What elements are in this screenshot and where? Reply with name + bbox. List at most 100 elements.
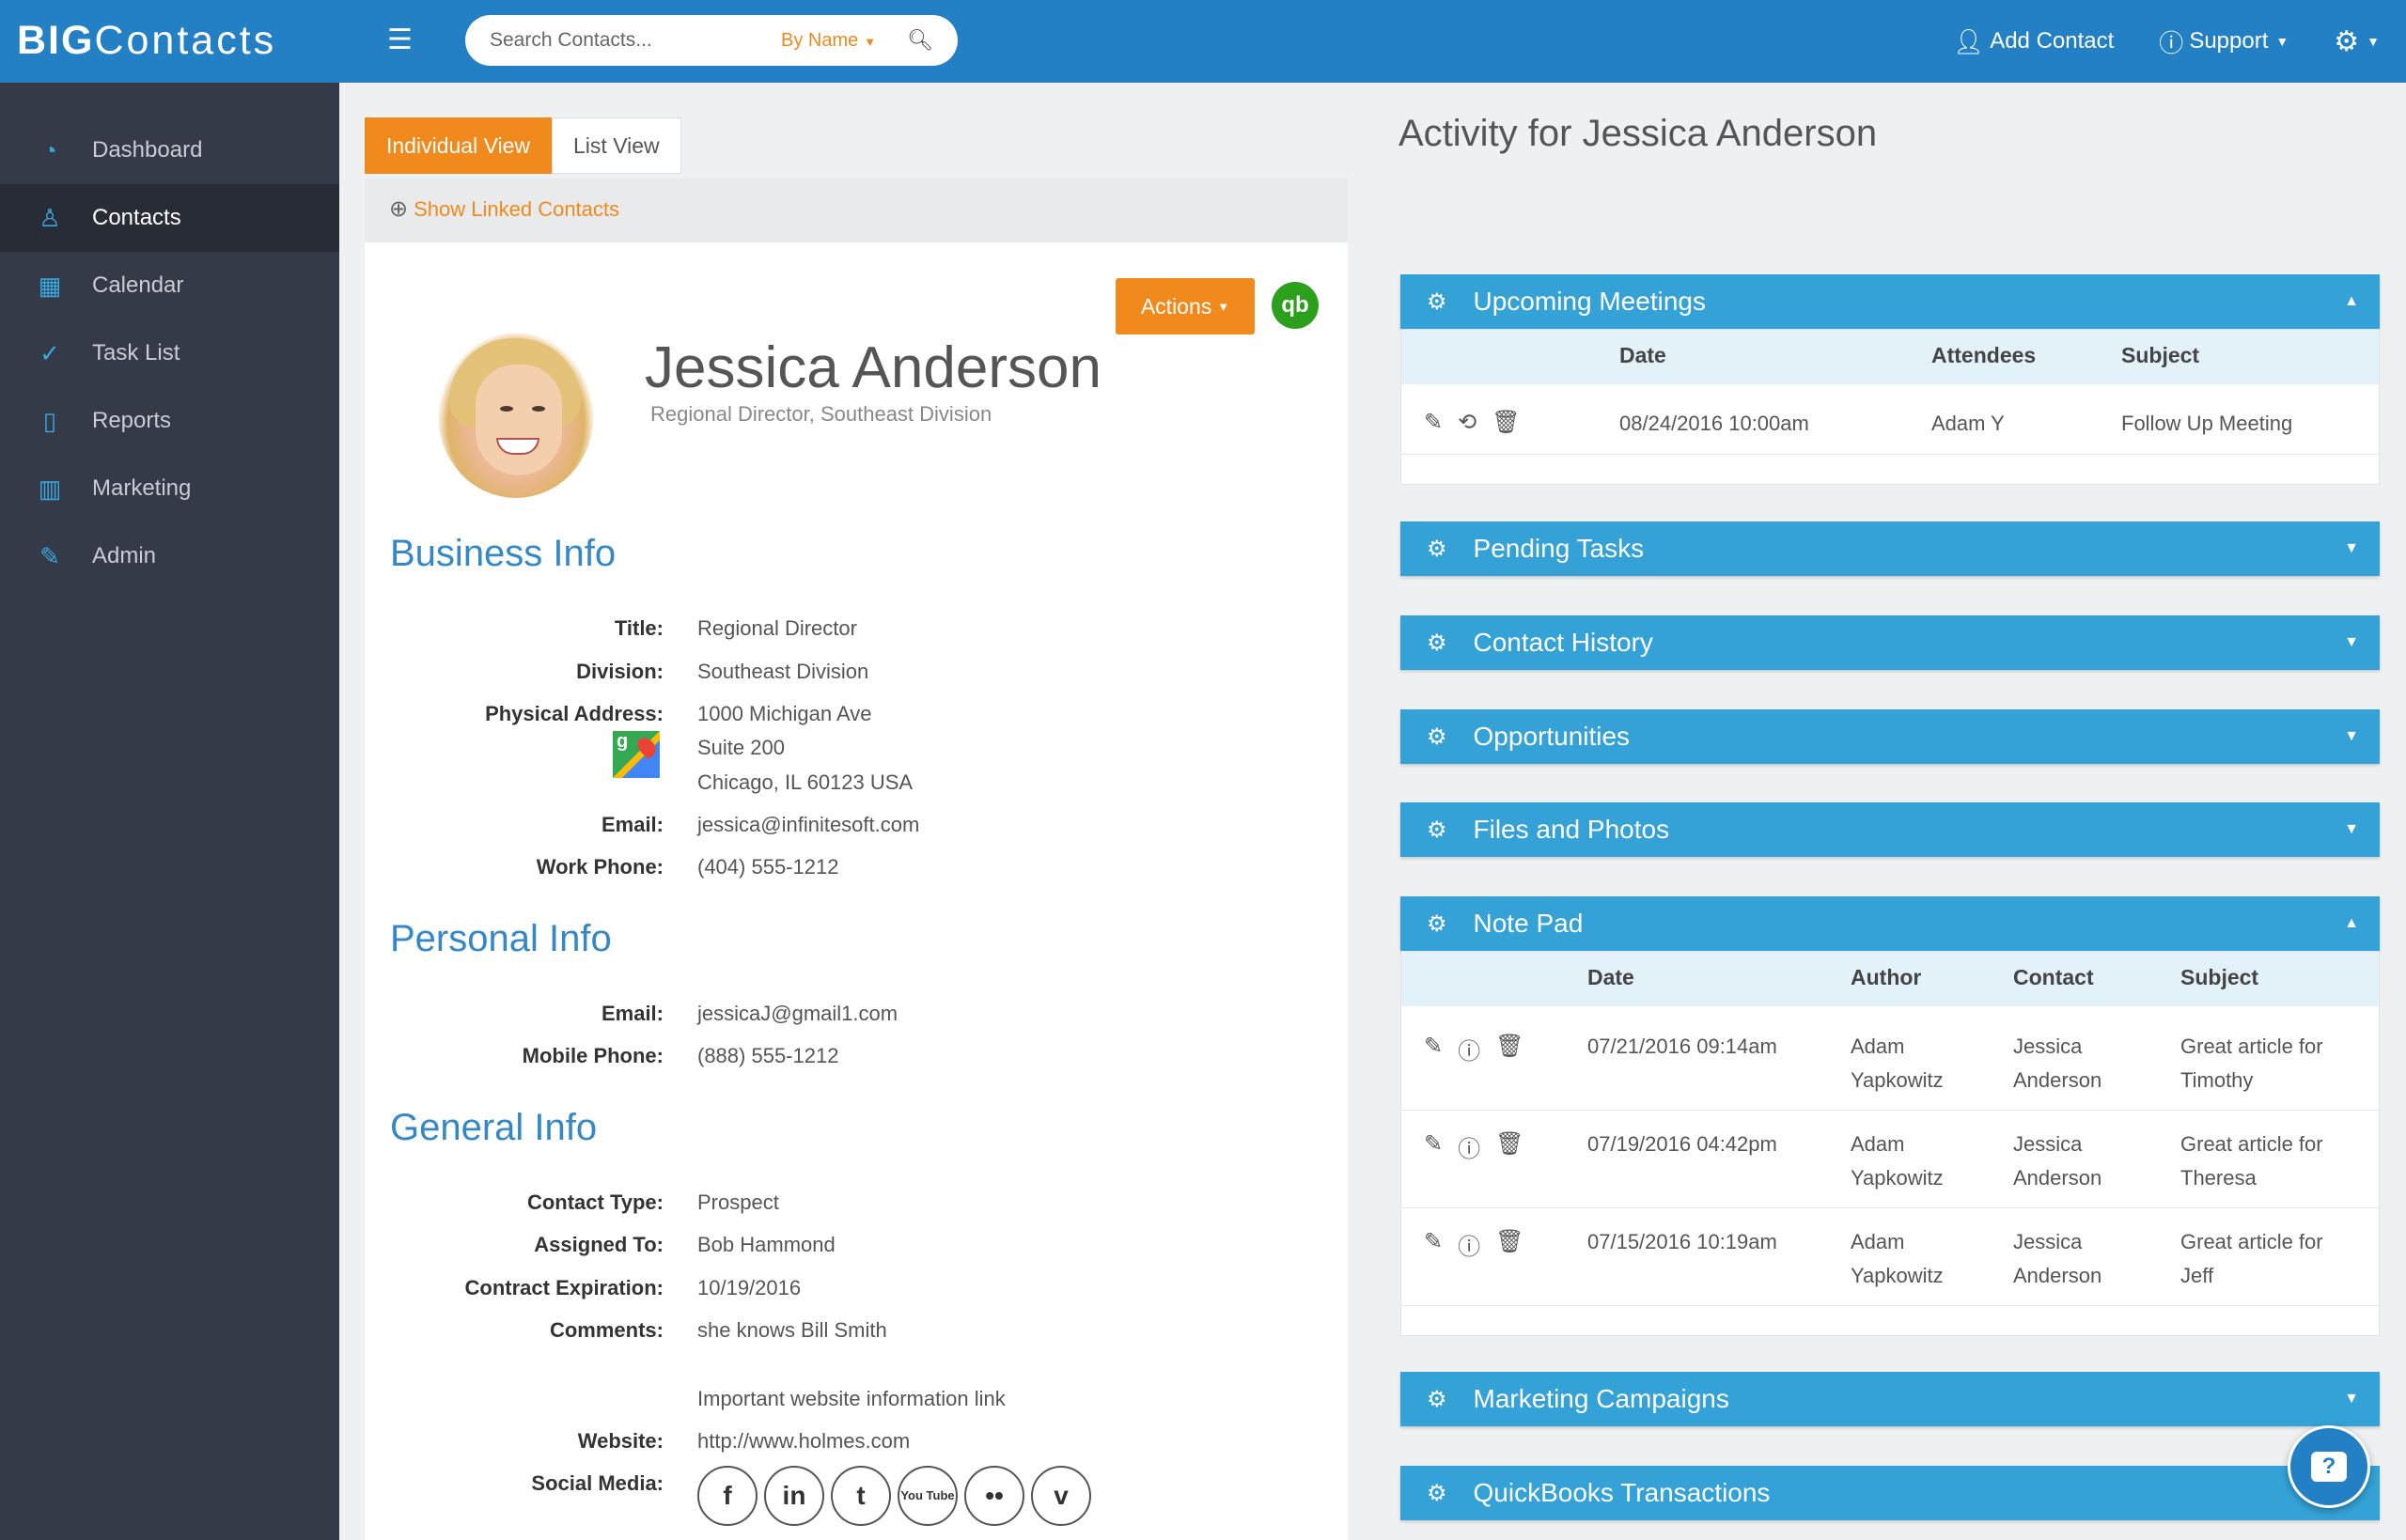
- sidebar-item-label: Dashboard: [92, 137, 203, 163]
- show-linked-contacts-link[interactable]: ⊕ Show Linked Contacts: [389, 195, 619, 223]
- add-contact-label: Add Contact: [1990, 28, 2115, 54]
- pending-tasks-header[interactable]: ⚙ Pending Tasks ▼: [1400, 521, 2380, 576]
- twitter-icon[interactable]: t: [831, 1466, 891, 1526]
- facebook-icon[interactable]: f: [697, 1466, 758, 1526]
- tab-list-view[interactable]: List View: [552, 117, 681, 174]
- note-date: 07/19/2016 04:42pm: [1587, 1132, 1777, 1156]
- search-bar: By Name ▼ 🔍︎: [465, 15, 958, 66]
- division-label: Division:: [576, 660, 664, 683]
- sidebar-item-label: Reports: [92, 408, 172, 433]
- sync-icon[interactable]: ⟲: [1458, 409, 1476, 436]
- contact-subtitle: Regional Director, Southeast Division: [650, 402, 992, 426]
- general-info-title: General Info: [390, 1107, 598, 1148]
- upcoming-meetings-header[interactable]: ⚙ Upcoming Meetings ▲: [1400, 274, 2380, 329]
- app-logo[interactable]: BIG Contacts: [17, 17, 276, 64]
- quickbooks-transactions-header[interactable]: ⚙ QuickBooks Transactions: [1400, 1466, 2380, 1520]
- trash-icon[interactable]: 🗑︎: [1492, 409, 1520, 436]
- panel-title: Pending Tasks: [1473, 534, 1645, 563]
- actions-button[interactable]: Actions ▼: [1116, 278, 1255, 334]
- note-pad-header[interactable]: ⚙ Note Pad ▲: [1400, 896, 2380, 951]
- address-line-1: 1000 Michigan Ave: [697, 702, 872, 725]
- logo-contacts: Contacts: [94, 17, 277, 63]
- flickr-icon[interactable]: ••: [964, 1466, 1024, 1526]
- sidebar-item-admin[interactable]: ✎ Admin: [0, 522, 339, 590]
- personal-info-title: Personal Info: [390, 918, 612, 959]
- avatar-face: [476, 365, 562, 475]
- quickbooks-button[interactable]: qb: [1272, 282, 1319, 329]
- title-value: Regional Director: [697, 616, 857, 640]
- caret-up-icon: ▲: [2344, 293, 2359, 309]
- upcoming-meetings-body: Date Attendees Subject ✎ ⟲ 🗑︎ 08/24/2016…: [1400, 329, 2380, 485]
- row-actions: ✎ ⟲ 🗑︎: [1424, 409, 1536, 436]
- tab-individual-view[interactable]: Individual View: [365, 117, 553, 174]
- sidebar-item-dashboard[interactable]: ◔ Dashboard: [0, 117, 339, 184]
- contact-type-label: Contact Type:: [526, 1190, 664, 1214]
- gear-icon: ⚙: [1427, 817, 1447, 843]
- marketing-campaigns-header[interactable]: ⚙ Marketing Campaigns ▼: [1400, 1372, 2380, 1426]
- column-subject: Subject: [2121, 343, 2200, 367]
- menu-toggle-icon[interactable]: ☰: [387, 26, 419, 54]
- email-label: Email:: [601, 813, 664, 836]
- caret-down-icon: ▼: [2344, 728, 2359, 744]
- personal-email-value[interactable]: jessicaJ@gmail1.com: [697, 1002, 898, 1026]
- sidebar-item-label: Task List: [92, 340, 180, 366]
- linkedin-icon[interactable]: in: [764, 1466, 824, 1526]
- avatar-eye: [532, 406, 545, 412]
- info-icon[interactable]: ⓘ: [1458, 1228, 1480, 1261]
- column-contact: Contact: [2013, 965, 2094, 989]
- vimeo-icon[interactable]: v: [1031, 1466, 1091, 1526]
- caret-down-icon: ▼: [2367, 34, 2380, 49]
- panel-title: Upcoming Meetings: [1473, 287, 1706, 316]
- note-author: Adam Yapkowitz: [1851, 1132, 1944, 1190]
- files-photos-header[interactable]: ⚙ Files and Photos ▼: [1400, 802, 2380, 857]
- search-mode-label: By Name: [781, 29, 859, 51]
- trash-icon[interactable]: 🗑︎: [1495, 1033, 1523, 1066]
- row-actions: ✎ ⓘ 🗑︎: [1424, 1130, 1539, 1163]
- sidebar-item-reports[interactable]: ▯ Reports: [0, 387, 339, 455]
- actions-label: Actions: [1140, 293, 1212, 319]
- check-circle-icon: ✓: [39, 338, 60, 367]
- note-pad-body: Date Author Contact Subject ✎ ⓘ 🗑︎ 07/21…: [1400, 951, 2380, 1336]
- info-icon[interactable]: ⓘ: [1458, 1033, 1480, 1066]
- column-date: Date: [1619, 343, 1666, 367]
- support-menu[interactable]: ⓘ Support ▼: [2159, 24, 2289, 59]
- edit-icon[interactable]: ✎: [1424, 1130, 1443, 1163]
- website-note: Important website information link: [697, 1387, 1006, 1410]
- user-icon: ♙: [39, 203, 61, 232]
- trash-icon[interactable]: 🗑︎: [1495, 1228, 1523, 1261]
- edit-icon[interactable]: ✎: [1424, 1033, 1443, 1066]
- google-maps-icon[interactable]: g: [611, 729, 662, 780]
- work-phone-value: (404) 555-1212: [697, 855, 839, 879]
- note-date: 07/15/2016 10:19am: [1587, 1230, 1777, 1253]
- search-icon[interactable]: 🔍︎: [907, 28, 933, 53]
- search-mode-dropdown[interactable]: By Name ▼: [781, 30, 876, 52]
- note-subject: Great article for Timothy: [2180, 1034, 2323, 1092]
- edit-icon[interactable]: ✎: [1424, 409, 1443, 436]
- row-separator: [1401, 1110, 2379, 1111]
- document-icon: ▯: [42, 406, 57, 435]
- contact-history-header[interactable]: ⚙ Contact History ▼: [1400, 615, 2380, 670]
- search-input[interactable]: [490, 29, 753, 52]
- note-contact: Jessica Anderson: [2013, 1230, 2102, 1287]
- business-email-value[interactable]: jessica@infinitesoft.com: [697, 813, 919, 837]
- avatar: [438, 333, 594, 498]
- gear-icon: ⚙: [1427, 1480, 1447, 1506]
- opportunities-header[interactable]: ⚙ Opportunities ▼: [1400, 709, 2380, 764]
- add-contact-button[interactable]: 👤︎ Add Contact: [1953, 27, 2114, 56]
- website-link[interactable]: http://www.holmes.com: [697, 1429, 910, 1454]
- sidebar-item-marketing[interactable]: ▥ Marketing: [0, 455, 339, 522]
- sidebar-item-calendar[interactable]: ▦ Calendar: [0, 252, 339, 319]
- address-line-2: Suite 200: [697, 736, 785, 759]
- youtube-icon[interactable]: You Tube: [898, 1466, 958, 1526]
- sidebar-item-contacts[interactable]: ♙ Contacts: [0, 184, 339, 252]
- edit-icon[interactable]: ✎: [1424, 1228, 1443, 1261]
- help-chat-button[interactable]: ?: [2288, 1425, 2370, 1508]
- settings-menu[interactable]: ⚙ ▼: [2334, 25, 2380, 58]
- maps-g-glyph: g: [617, 731, 629, 752]
- sidebar-item-task-list[interactable]: ✓ Task List: [0, 319, 339, 387]
- table-header: Date Author Contact Subject: [1401, 952, 2379, 1006]
- column-attendees: Attendees: [1931, 343, 2037, 367]
- gear-icon: ⚙: [1427, 630, 1447, 656]
- trash-icon[interactable]: 🗑︎: [1495, 1130, 1523, 1163]
- info-icon[interactable]: ⓘ: [1458, 1130, 1480, 1163]
